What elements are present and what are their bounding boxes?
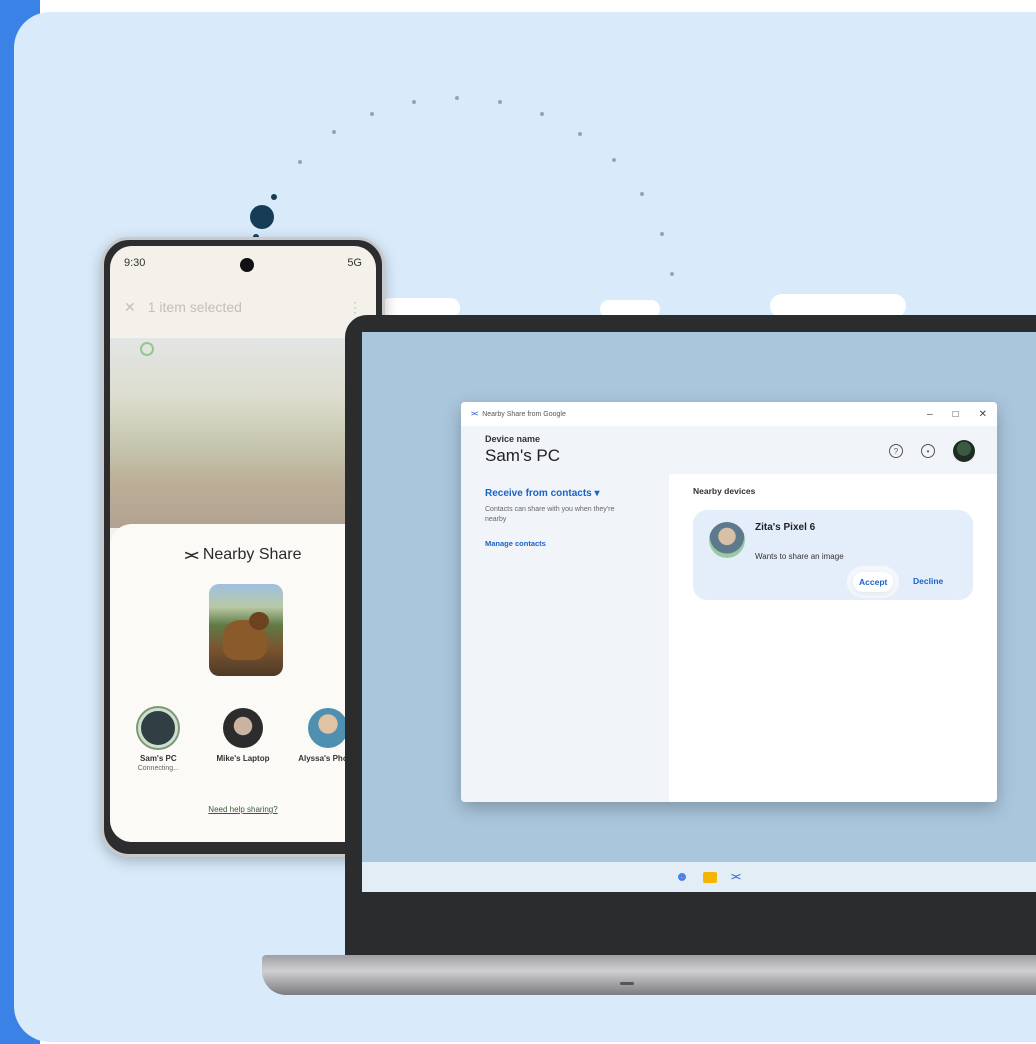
- nearby-share-window: >< Nearby Share from Google – □ ✕ Device…: [461, 402, 997, 802]
- arc-dot: [370, 112, 374, 116]
- android-phone: 9:30 5G ✕ 1 item selected ⋮ >< Nearby Sh…: [101, 237, 385, 857]
- status-signal: 5G: [347, 257, 362, 269]
- accept-button[interactable]: Accept: [853, 572, 894, 592]
- laptop-base: [262, 955, 1036, 995]
- window-controls: – □ ✕: [927, 409, 987, 420]
- nearby-share-sheet: >< Nearby Share Sam's PC Connecting... M…: [110, 524, 376, 842]
- device-status: Connecting...: [137, 765, 179, 772]
- status-time: 9:30: [124, 257, 146, 269]
- device-name-label: Device name: [485, 434, 541, 444]
- dog-head-shape: [249, 612, 269, 630]
- selected-photo[interactable]: [110, 338, 376, 528]
- arc-dot: [332, 130, 336, 134]
- arc-dot: [612, 158, 616, 162]
- selection-title: 1 item selected: [147, 299, 242, 315]
- header-actions: ? •: [889, 440, 975, 462]
- nearby-share-icon: ><: [184, 547, 198, 563]
- hero-illustration: 9:30 5G ✕ 1 item selected ⋮ >< Nearby Sh…: [0, 0, 1036, 1044]
- nearby-devices-label: Nearby devices: [693, 486, 756, 496]
- minimize-button[interactable]: –: [927, 409, 933, 420]
- account-avatar[interactable]: [953, 440, 975, 462]
- device-avatar: [222, 708, 263, 748]
- arc-dot: [298, 160, 302, 164]
- arc-dot: [412, 100, 416, 104]
- arc-dot: [640, 192, 644, 196]
- nearby-share-icon: ><: [471, 410, 478, 418]
- receive-dropdown[interactable]: Receive from contacts ▾: [485, 488, 600, 499]
- device-avatar: [307, 708, 348, 748]
- device-mikes-laptop[interactable]: Mike's Laptop: [207, 708, 279, 773]
- device-sams-pc[interactable]: Sam's PC Connecting...: [122, 708, 194, 773]
- arc-dot: [660, 232, 664, 236]
- window-title: Nearby Share from Google: [482, 410, 566, 418]
- help-icon[interactable]: ?: [889, 444, 903, 458]
- device-list: Sam's PC Connecting... Mike's Laptop Aly…: [110, 708, 376, 773]
- file-explorer-icon[interactable]: [703, 871, 718, 883]
- window-titlebar: >< Nearby Share from Google – □ ✕: [461, 402, 997, 426]
- manage-contacts-link[interactable]: Manage contacts: [485, 539, 546, 548]
- signal-dot: [250, 205, 274, 229]
- laptop-notch: [620, 982, 634, 985]
- gallery-app-bar: ✕ 1 item selected ⋮: [110, 292, 376, 322]
- shared-image-thumbnail: [209, 584, 283, 676]
- sender-avatar: [709, 522, 745, 558]
- chevron-down-icon: ▾: [594, 488, 600, 499]
- phone-screen: 9:30 5G ✕ 1 item selected ⋮ >< Nearby Sh…: [110, 246, 376, 842]
- device-name: Sam's PC: [140, 754, 177, 763]
- help-link[interactable]: Need help sharing?: [110, 805, 376, 814]
- device-avatar: [138, 708, 179, 748]
- sheet-title: >< Nearby Share: [110, 546, 376, 564]
- receive-label: Receive from contacts: [485, 488, 592, 499]
- camera-cutout: [240, 258, 254, 272]
- arc-dot: [498, 100, 502, 104]
- close-button[interactable]: ✕: [979, 409, 987, 420]
- maximize-button[interactable]: □: [953, 409, 959, 420]
- nearby-share-icon[interactable]: ><: [731, 872, 741, 883]
- signal-dot-small: [271, 194, 277, 200]
- taskbar: ><: [362, 862, 1036, 892]
- close-icon[interactable]: ✕: [124, 299, 136, 316]
- more-vert-icon[interactable]: ⋮: [348, 299, 362, 316]
- receive-description: Contacts can share with you when they're…: [485, 506, 615, 523]
- sheet-title-text: Nearby Share: [202, 546, 302, 563]
- arc-dot: [670, 272, 674, 276]
- share-request-card: Zita's Pixel 6 Wants to share an image A…: [693, 510, 973, 600]
- sender-name: Zita's Pixel 6: [755, 522, 816, 533]
- device-name: Mike's Laptop: [216, 754, 270, 763]
- decline-button[interactable]: Decline: [913, 576, 943, 586]
- request-message: Wants to share an image: [755, 552, 844, 561]
- arc-dot: [578, 132, 582, 136]
- arc-dot: [455, 96, 459, 100]
- arc-dot: [540, 112, 544, 116]
- chrome-icon[interactable]: [675, 870, 690, 884]
- settings-icon[interactable]: •: [921, 444, 935, 458]
- check-circle-icon: [140, 342, 154, 356]
- device-name-value: Sam's PC: [485, 446, 561, 465]
